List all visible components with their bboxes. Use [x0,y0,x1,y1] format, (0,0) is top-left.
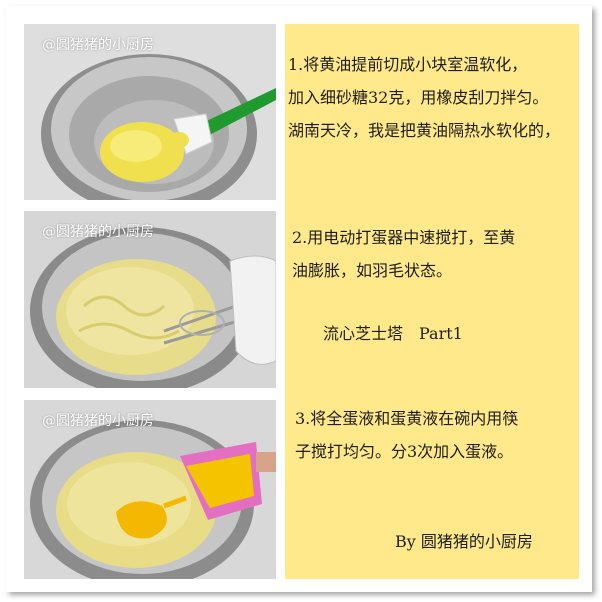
instruction-panel: 1.将黄油提前切成小块室温软化， 加入细砂糖32克，用橡皮刮刀拌匀。 湖南天冷，… [285,24,579,579]
recipe-title: 流心芝士塔 Part1 [323,324,463,343]
photo-step-2: @圆猪猪的小厨房 [24,211,276,388]
step-2-line-1: 2.用电动打蛋器中速搅打，至黄 [292,228,516,247]
photo-step-3: @圆猪猪的小厨房 [24,400,276,579]
watermark-3: @圆猪猪的小厨房 [42,413,154,429]
watermark-2: @圆猪猪的小厨房 [42,224,154,240]
step-1-line-1: 1.将黄油提前切成小块室温软化， [288,55,528,74]
step-1-line-3: 湖南天冷，我是把黄油隔热水软化的， [288,121,561,140]
step-1-text: 1.将黄油提前切成小块室温软化， 加入细砂糖32克，用橡皮刮刀拌匀。 湖南天冷，… [288,48,560,147]
step-2-text: 2.用电动打蛋器中速搅打，至黄 油膨胀，如羽毛状态。 [292,221,515,287]
author-signature: By 圆猪猪的小厨房 [395,532,533,551]
step-1-line-2: 加入细砂糖32克，用橡皮刮刀拌匀。 [288,88,549,107]
step-3-line-1: 3.将全蛋液和蛋黄液在碗内用筷 [295,409,519,428]
photo-step-1: @圆猪猪的小厨房 [24,24,276,200]
watermark-1: @圆猪猪的小厨房 [42,37,154,53]
recipe-card: @圆猪猪的小厨房 @圆猪猪的小厨房 @圆猪猪的小厨房 1.将黄油提前切成小块室温… [0,0,602,602]
step-3-text: 3.将全蛋液和蛋黄液在碗内用筷 子搅打均匀。分3次加入蛋液。 [295,402,518,468]
step-2-line-2: 油膨胀，如羽毛状态。 [292,261,453,280]
step-3-line-2: 子搅打均匀。分3次加入蛋液。 [295,442,514,461]
